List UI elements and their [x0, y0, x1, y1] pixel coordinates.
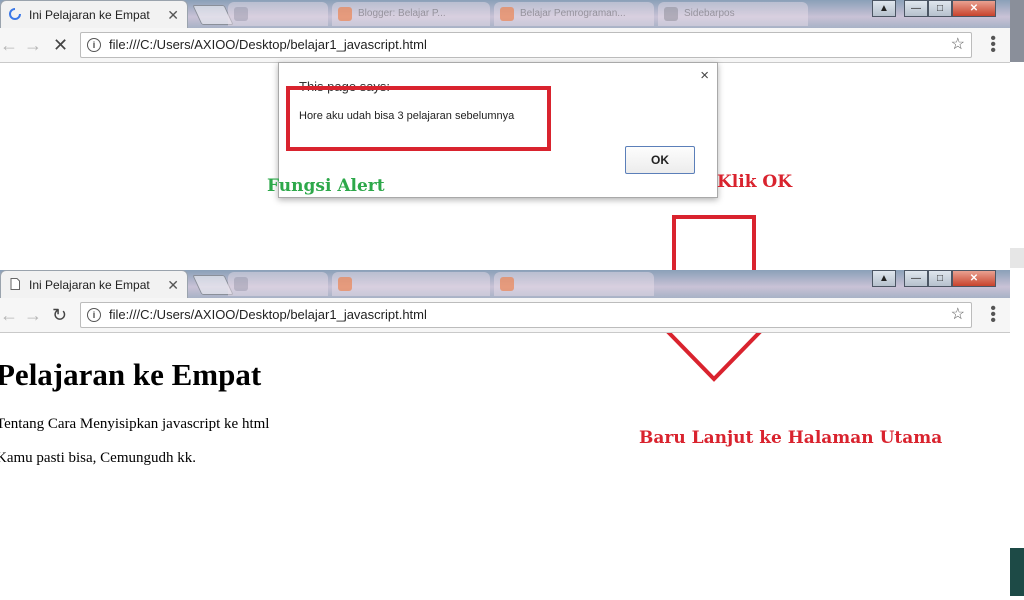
background-tab[interactable] — [228, 272, 328, 296]
top-toolbar: ← → ✕ i file:///C:/Users/AXIOO/Desktop/b… — [0, 28, 1010, 63]
reload-icon[interactable]: ↻ — [52, 305, 67, 326]
menu-icon[interactable]: • • • — [990, 31, 996, 59]
address-bar[interactable]: i file:///C:/Users/AXIOO/Desktop/belajar… — [80, 302, 972, 328]
user-icon[interactable]: ▲ — [872, 0, 896, 17]
background-tab[interactable] — [332, 272, 490, 296]
forward-icon[interactable]: → — [24, 305, 42, 326]
star-icon[interactable]: ☆ — [951, 33, 965, 57]
top-browser-window: Ini Pelajaran ke Empat ✕ Blogger: Belaja… — [0, 0, 1010, 63]
dialog-close-icon[interactable]: × — [700, 67, 709, 84]
message-highlight-box — [286, 86, 551, 151]
bottom-tab-title: Ini Pelajaran ke Empat — [29, 277, 150, 292]
user-icon[interactable]: ▲ — [872, 270, 896, 287]
back-icon[interactable]: ← — [0, 305, 18, 326]
address-url: file:///C:/Users/AXIOO/Desktop/belajar1_… — [109, 37, 427, 52]
menu-icon[interactable]: • • • — [990, 301, 996, 329]
bottom-active-tab[interactable]: Ini Pelajaran ke Empat ✕ — [0, 270, 188, 298]
background-tab[interactable]: Sidebarpos — [658, 2, 808, 26]
address-bar[interactable]: i file:///C:/Users/AXIOO/Desktop/belajar… — [80, 32, 972, 58]
star-icon[interactable]: ☆ — [951, 303, 965, 327]
stop-icon[interactable]: ✕ — [53, 35, 68, 56]
bottom-browser-window: Ini Pelajaran ke Empat ✕ ▲ — □ ✕ ← → ↻ i… — [0, 270, 1010, 333]
loading-icon — [9, 8, 21, 20]
back-icon[interactable]: ← — [0, 35, 18, 56]
page-heading: Pelajaran ke Empat — [0, 357, 262, 392]
info-icon[interactable]: i — [87, 308, 101, 322]
background-tab[interactable]: Belajar Pemrograman... — [494, 2, 654, 26]
address-url: file:///C:/Users/AXIOO/Desktop/belajar1_… — [109, 307, 427, 322]
maximize-button[interactable]: □ — [928, 270, 952, 287]
page-paragraph: Tentang Cara Menyisipkan javascript ke h… — [0, 416, 270, 432]
top-tab-strip: Ini Pelajaran ke Empat ✕ Blogger: Belaja… — [0, 0, 1010, 28]
window-controls: ▲ — □ ✕ — [872, 0, 996, 18]
page-paragraph: Kamu pasti bisa, Cemungudh kk. — [0, 450, 196, 466]
bottom-toolbar: ← → ↻ i file:///C:/Users/AXIOO/Desktop/b… — [0, 298, 1010, 333]
top-tab-title: Ini Pelajaran ke Empat — [29, 7, 150, 22]
maximize-button[interactable]: □ — [928, 0, 952, 17]
bottom-tab-strip: Ini Pelajaran ke Empat ✕ ▲ — □ ✕ — [0, 270, 1010, 298]
background-tab[interactable] — [228, 2, 328, 26]
background-tab[interactable] — [494, 272, 654, 296]
click-ok-annotation: Klik OK — [717, 172, 792, 192]
window-close-button[interactable]: ✕ — [952, 0, 996, 17]
window-controls: ▲ — □ ✕ — [872, 270, 996, 288]
continue-annotation: Baru Lanjut ke Halaman Utama — [639, 428, 943, 448]
close-icon[interactable]: ✕ — [167, 7, 179, 24]
top-active-tab[interactable]: Ini Pelajaran ke Empat ✕ — [0, 0, 188, 28]
close-icon[interactable]: ✕ — [167, 277, 179, 294]
right-edge-strip — [1010, 248, 1024, 268]
info-icon[interactable]: i — [87, 38, 101, 52]
background-tab[interactable]: Blogger: Belajar P... — [332, 2, 490, 26]
ok-button[interactable]: OK — [625, 146, 695, 174]
right-edge-strip — [1010, 548, 1024, 596]
alert-annotation: Fungsi Alert — [267, 176, 385, 196]
window-close-button[interactable]: ✕ — [952, 270, 996, 287]
page-icon — [10, 278, 20, 290]
right-edge-strip — [1010, 0, 1024, 62]
minimize-button[interactable]: — — [904, 270, 928, 287]
minimize-button[interactable]: — — [904, 0, 928, 17]
forward-icon[interactable]: → — [24, 35, 42, 56]
